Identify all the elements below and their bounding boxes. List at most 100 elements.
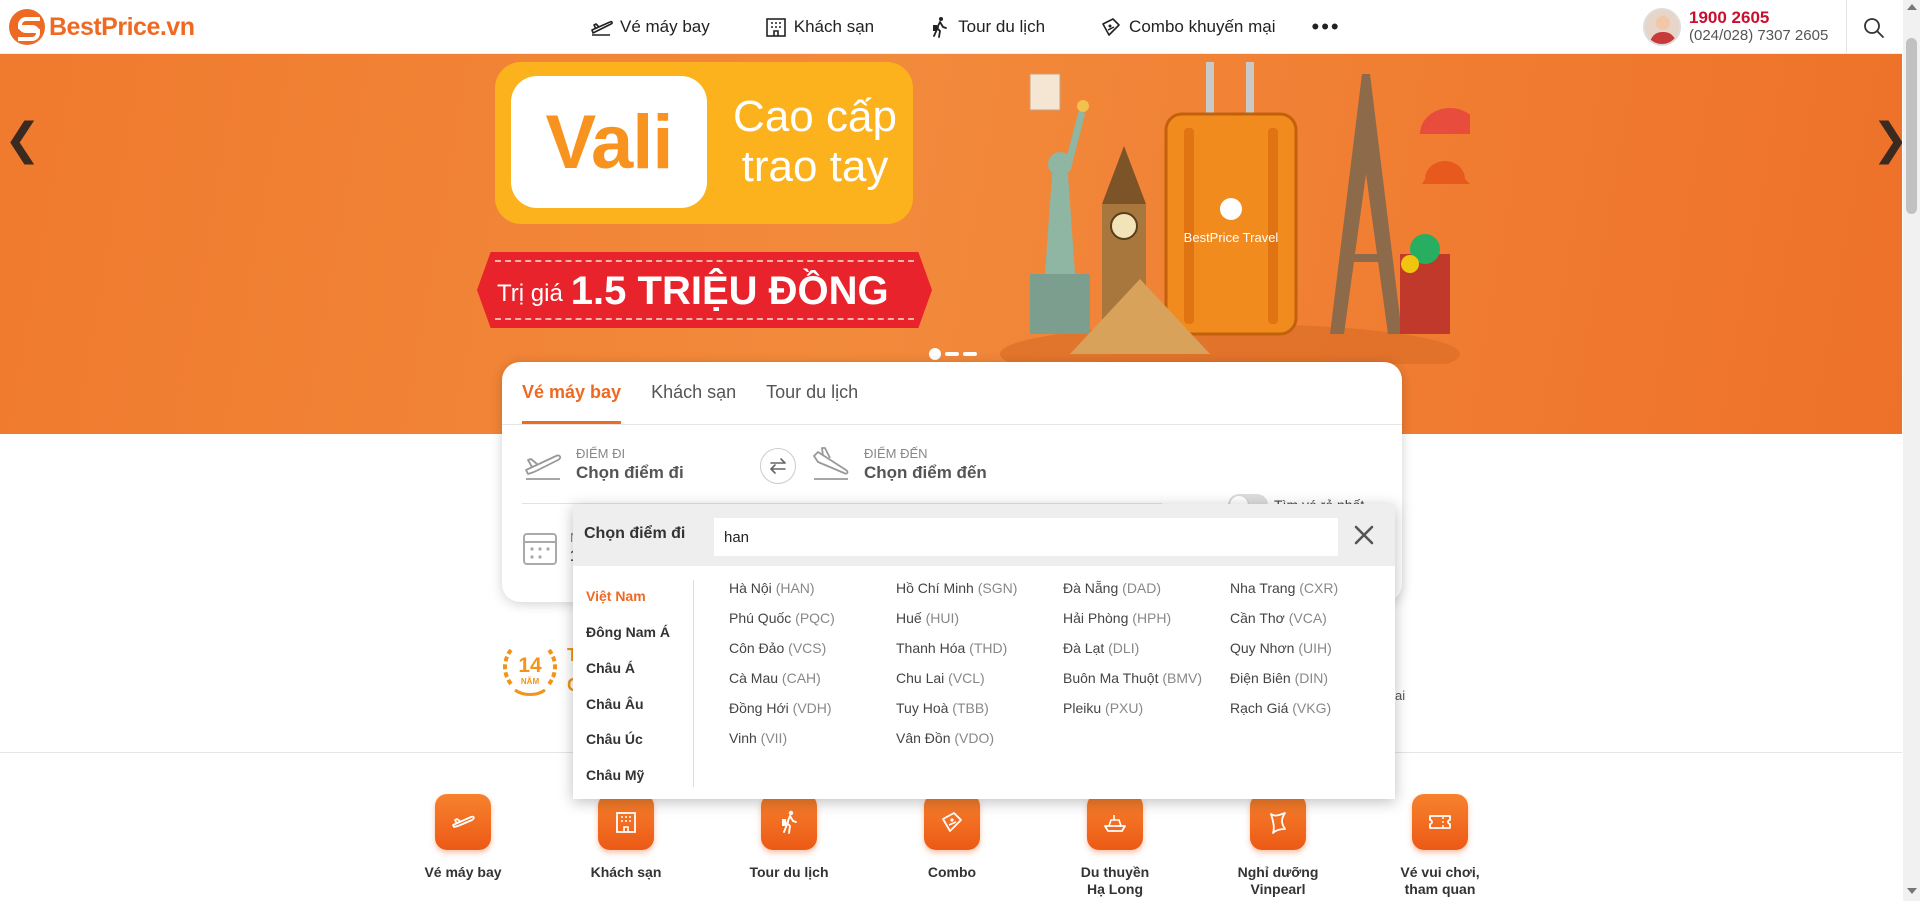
search-icon[interactable] — [1862, 16, 1886, 40]
city-name: Tuy Hoà — [896, 700, 949, 716]
city-name: Hồ Chí Minh — [896, 580, 974, 596]
origin-search-input[interactable] — [714, 518, 1338, 556]
city-option[interactable]: Chu Lai (VCL) — [896, 670, 985, 686]
region-item[interactable]: Châu Mỹ — [586, 767, 644, 783]
parachute-icon — [1420, 108, 1470, 134]
calendar-icon — [523, 533, 557, 565]
service-hotels[interactable]: Khách sạn — [556, 794, 696, 881]
city-code: (HUI) — [925, 610, 960, 626]
city-option[interactable]: Cần Thơ (VCA) — [1230, 610, 1327, 626]
city-name: Thanh Hóa — [896, 640, 966, 656]
service-flights[interactable]: Vé máy bay — [393, 794, 533, 881]
ticket-icon — [1102, 18, 1120, 36]
city-code: (VCS) — [788, 640, 827, 656]
city-option[interactable]: Rạch Giá (VKG) — [1230, 700, 1331, 716]
city-option[interactable]: Buôn Ma Thuột (BMV) — [1063, 670, 1202, 686]
cap-icon — [1422, 161, 1470, 184]
slide-dot[interactable] — [945, 352, 959, 356]
city-option[interactable]: Phú Quốc (PQC) — [729, 610, 835, 626]
service-attractions[interactable]: Vé vui chơi, tham quan — [1370, 794, 1510, 898]
suitcase-icon: BestPrice Travel — [1164, 62, 1298, 336]
city-option[interactable]: Huế (HUI) — [896, 610, 959, 626]
city-code: (VCL) — [948, 670, 985, 686]
scrollbar-thumb[interactable] — [1906, 38, 1917, 214]
service-label-2: tham quan — [1404, 881, 1476, 897]
origin-field[interactable]: ĐIỂM ĐI Chọn điểm đi — [522, 444, 684, 484]
suitcase-brand: BestPrice Travel — [1184, 230, 1279, 245]
nav-label: Khách sạn — [793, 17, 875, 36]
city-option[interactable]: Vân Đồn (VDO) — [896, 730, 994, 746]
service-tours[interactable]: Tour du lịch — [719, 794, 859, 881]
city-option[interactable]: Nha Trang (CXR) — [1230, 580, 1338, 596]
tab-tours[interactable]: Tour du lịch — [766, 362, 858, 424]
city-option[interactable]: Hà Nội (HAN) — [729, 580, 815, 596]
city-option[interactable]: Cà Mau (CAH) — [729, 670, 821, 686]
tab-hotels[interactable]: Khách sạn — [651, 362, 736, 424]
hotline-secondary[interactable]: (024/028) 7307 2605 — [1689, 27, 1828, 45]
statue-of-liberty-icon — [1030, 100, 1090, 334]
price-prefix: Trị giá — [497, 280, 563, 307]
city-option[interactable]: Đà Lạt (DLI) — [1063, 640, 1139, 656]
tab-flights[interactable]: Vé máy bay — [522, 362, 622, 424]
city-option[interactable]: Điện Biên (DIN) — [1230, 670, 1328, 686]
city-option[interactable]: Hải Phòng (HPH) — [1063, 610, 1171, 626]
destination-field[interactable]: ĐIỂM ĐẾN Chọn điểm đến — [810, 444, 987, 484]
city-option[interactable]: Thanh Hóa (THD) — [896, 640, 1007, 656]
city-option[interactable]: Vinh (VII) — [729, 730, 787, 746]
city-option[interactable]: Côn Đảo (VCS) — [729, 640, 826, 656]
nav-item-combo[interactable]: Combo khuyến mại — [1099, 16, 1276, 38]
slide-dots — [929, 348, 977, 360]
banner-next-arrow[interactable]: ❯ — [1872, 114, 1902, 165]
nav-more-button[interactable]: ••• — [1312, 14, 1341, 40]
slide-dot[interactable] — [929, 348, 941, 360]
arrival-icon — [813, 447, 849, 480]
close-icon[interactable] — [1352, 523, 1376, 547]
nav-label: Vé máy bay — [620, 17, 710, 36]
vinpearl-icon — [1250, 794, 1306, 850]
city-name: Rạch Giá — [1230, 700, 1289, 716]
nav-item-hotels[interactable]: Khách sạn — [764, 16, 874, 38]
departure-icon — [525, 454, 562, 480]
city-option[interactable]: Tuy Hoà (TBB) — [896, 700, 989, 716]
nav-item-flights[interactable]: Vé máy bay — [590, 16, 710, 38]
city-code: (PQC) — [795, 610, 835, 626]
nav-label: Tour du lịch — [958, 17, 1046, 36]
hotline[interactable]: 1900 2605 (024/028) 7307 2605 — [1643, 8, 1828, 46]
swap-button[interactable] — [760, 448, 796, 484]
banner-prev-arrow[interactable]: ❮ — [4, 114, 41, 165]
city-option[interactable]: Quy Nhơn (UIH) — [1230, 640, 1332, 656]
city-name: Cà Mau — [729, 670, 779, 686]
service-vinpearl[interactable]: Nghỉ dưỡng Vinpearl — [1208, 794, 1348, 898]
service-label: Khách sạn — [590, 864, 662, 880]
slide-dot[interactable] — [963, 352, 977, 356]
service-label-2: Hạ Long — [1087, 881, 1143, 897]
logo-mark-icon — [9, 9, 45, 45]
service-label: Nghỉ dưỡng — [1237, 864, 1319, 880]
trust-text-partial: ai — [1395, 688, 1406, 703]
city-option[interactable]: Pleiku (PXU) — [1063, 700, 1143, 716]
region-item[interactable]: Đông Nam Á — [586, 624, 670, 640]
site-logo[interactable]: BestPrice.vn — [9, 9, 195, 45]
city-option[interactable]: Hồ Chí Minh (SGN) — [896, 580, 1017, 596]
service-combo[interactable]: Combo — [882, 794, 1022, 881]
hotel-icon — [598, 794, 654, 850]
award-badge: 14 NĂM — [501, 640, 559, 698]
region-item[interactable]: Việt Nam — [586, 588, 646, 604]
city-option[interactable]: Đà Nẵng (DAD) — [1063, 580, 1161, 596]
service-cruise[interactable]: Du thuyền Hạ Long — [1045, 794, 1185, 898]
region-item[interactable]: Châu Úc — [586, 731, 643, 747]
scroll-up-arrow-icon[interactable] — [1907, 4, 1917, 10]
nav-item-tours[interactable]: Tour du lịch — [928, 16, 1045, 38]
hotline-number[interactable]: 1900 2605 — [1689, 9, 1828, 27]
entry-ticket-icon — [1412, 794, 1468, 850]
site-header: BestPrice.vn Vé máy bay Khách sạn Tour d… — [0, 0, 1902, 54]
service-label: Tour du lịch — [749, 864, 829, 880]
promo-word-box: Vali — [511, 76, 707, 208]
region-item[interactable]: Châu Á — [586, 660, 635, 676]
city-name: Đồng Hới — [729, 700, 789, 716]
region-item[interactable]: Châu Âu — [586, 696, 644, 712]
service-label: Du thuyền — [1080, 864, 1150, 880]
city-option[interactable]: Đồng Hới (VDH) — [729, 700, 832, 716]
scroll-down-arrow-icon[interactable] — [1907, 888, 1917, 894]
ticket-icon — [924, 794, 980, 850]
